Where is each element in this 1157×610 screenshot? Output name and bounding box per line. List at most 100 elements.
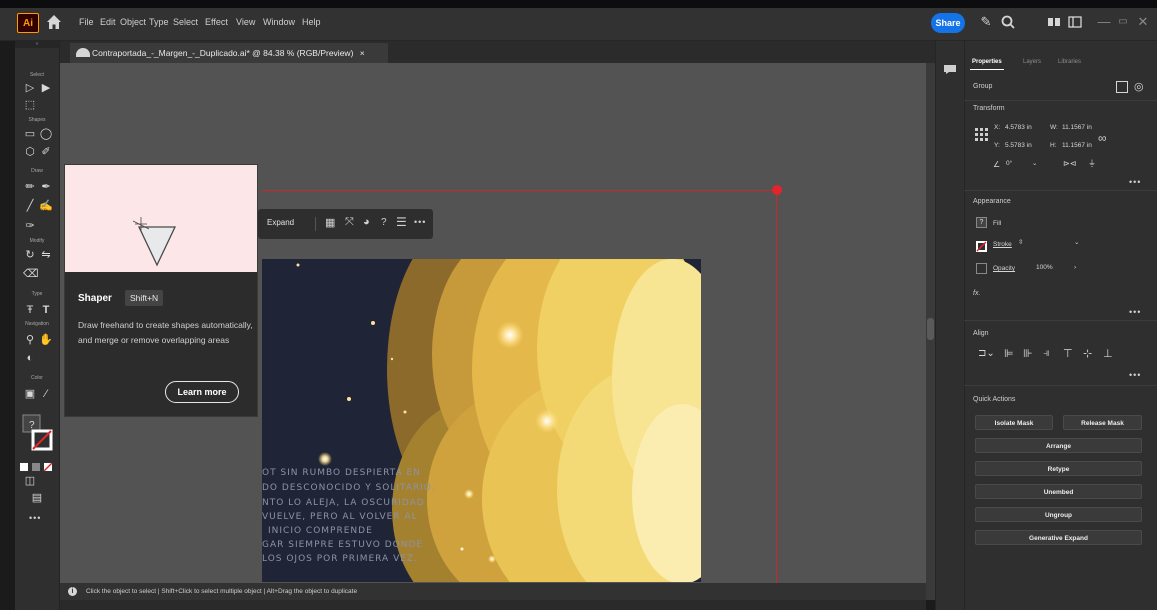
isolate-mask-button[interactable]: Isolate Mask — [975, 415, 1053, 430]
stroke-link[interactable]: Stroke — [993, 241, 1012, 248]
document-tab[interactable]: Contraportada_-_Margen_-_Duplicado.ai* @… — [70, 43, 388, 63]
arrange-button[interactable]: Arrange — [975, 438, 1142, 453]
menu-view[interactable]: View — [236, 17, 255, 27]
retype-button[interactable]: Retype — [975, 461, 1142, 476]
chevron-down-icon[interactable]: ⌄ — [1032, 159, 1037, 167]
align-left-icon[interactable]: ⊫ — [1004, 347, 1014, 360]
help-icon[interactable]: ? — [381, 217, 387, 228]
selection-handle[interactable] — [772, 185, 782, 195]
ellipse-tool-icon[interactable]: ◯ — [39, 127, 53, 141]
home-icon[interactable] — [44, 12, 64, 32]
effects-icon[interactable]: fx. — [973, 290, 980, 297]
expand-button[interactable]: Expand — [267, 218, 294, 227]
gradient-tool-icon[interactable]: ▣ — [23, 387, 37, 401]
polygon-tool-icon[interactable]: ⬡ — [23, 145, 37, 159]
w-field[interactable]: 11.1567 in — [1062, 124, 1092, 131]
isolate-group-icon[interactable] — [1116, 81, 1128, 93]
flip-vertical-icon[interactable]: ⏚ — [1088, 158, 1096, 169]
chevron-right-icon[interactable]: › — [1074, 264, 1076, 271]
generative-expand-button[interactable]: Generative Expand — [975, 530, 1142, 545]
minimize-icon[interactable]: — — [1096, 14, 1112, 30]
align-bottom-icon[interactable]: ⊥ — [1103, 347, 1113, 360]
stroke-weight-stepper[interactable]: ⇳ — [1018, 238, 1023, 246]
menu-effect[interactable]: Effect — [205, 17, 228, 27]
align-right-icon[interactable]: ⫣ — [1043, 347, 1050, 360]
shaper-tool-icon[interactable]: ✐ — [39, 145, 53, 159]
line-tool-icon[interactable]: ╱ — [23, 199, 37, 213]
align-top-icon[interactable]: ⊤ — [1063, 347, 1073, 360]
draw-mode-icon[interactable]: ◫ — [23, 474, 37, 488]
target-icon[interactable]: ◎ — [1134, 81, 1146, 93]
reference-point-icon[interactable] — [974, 127, 988, 141]
crop-image-icon[interactable]: ▦ — [325, 216, 335, 229]
direct-selection-tool-icon[interactable]: ▶ — [39, 81, 53, 95]
close-window-icon[interactable]: ✕ — [1135, 14, 1151, 30]
align-more-icon[interactable]: ••• — [1129, 370, 1141, 380]
x-field[interactable]: 4.5783 in — [1005, 124, 1032, 131]
reflect-tool-icon[interactable]: ⇋ — [39, 248, 53, 262]
touch-type-tool-icon[interactable]: Ŧ — [23, 303, 37, 317]
menu-icon[interactable]: ☰ — [396, 215, 407, 229]
menu-help[interactable]: Help — [302, 17, 321, 27]
align-center-icon[interactable]: ⊪ — [1023, 347, 1033, 360]
discover-icon[interactable]: ✎ — [978, 14, 994, 30]
pen-tool-icon[interactable]: ✑ — [23, 219, 37, 233]
close-tab-icon[interactable]: × — [360, 48, 365, 58]
arrange-documents-icon[interactable] — [1046, 14, 1062, 30]
flip-horizontal-icon[interactable]: ⊳⊲ — [1063, 159, 1076, 168]
menu-edit[interactable]: Edit — [100, 17, 116, 27]
eraser-tool-icon[interactable]: ⌫ — [23, 267, 39, 281]
ungroup-button[interactable]: Ungroup — [975, 507, 1142, 522]
tab-libraries[interactable]: Libraries — [1058, 59, 1081, 65]
opacity-field[interactable]: 100% — [1036, 264, 1053, 271]
pencil-tool-icon[interactable]: ✏ — [23, 180, 37, 194]
share-button[interactable]: Share — [931, 13, 965, 33]
opacity-link[interactable]: Opacity — [993, 265, 1015, 272]
selection-bounding-box[interactable] — [262, 190, 777, 583]
tab-layers[interactable]: Layers — [1023, 59, 1041, 65]
maximize-icon[interactable]: ▭ — [1115, 14, 1131, 30]
release-mask-button[interactable]: Release Mask — [1063, 415, 1142, 430]
learn-more-button[interactable]: Learn more — [165, 381, 239, 403]
more-options-icon[interactable]: ••• — [414, 217, 426, 227]
fill-stroke-swatch[interactable]: ? — [21, 413, 53, 453]
transform-more-icon[interactable]: ••• — [1129, 177, 1141, 187]
toolbar-collapse-handle[interactable]: « — [15, 41, 59, 48]
unembed-button[interactable]: Unembed — [975, 484, 1142, 499]
appearance-more-icon[interactable]: ••• — [1129, 307, 1141, 317]
align-to-icon[interactable]: ⊐⌄ — [978, 348, 995, 359]
align-middle-icon[interactable]: ⊹ — [1083, 347, 1092, 360]
scroll-thumb[interactable] — [927, 318, 934, 340]
eyedropper-tool-icon[interactable]: ⁄ — [39, 387, 53, 401]
blob-brush-icon[interactable]: ✍ — [39, 199, 53, 213]
vertical-scrollbar[interactable] — [926, 63, 935, 600]
workspace-icon[interactable] — [1067, 14, 1083, 30]
menu-select[interactable]: Select — [173, 17, 198, 27]
menu-file[interactable]: File — [79, 17, 94, 27]
paintbrush-tool-icon[interactable]: ✒ — [39, 180, 53, 194]
menu-object[interactable]: Object — [120, 17, 146, 27]
screen-mode-icon[interactable]: ▤ — [30, 491, 44, 505]
tab-properties[interactable]: Properties — [972, 59, 1002, 65]
recolor-icon[interactable]: ◕ — [363, 216, 370, 228]
h-field[interactable]: 11.1567 in — [1062, 142, 1092, 149]
constrain-proportions-icon[interactable]: ∞ — [1098, 131, 1107, 145]
rotate-field[interactable]: 0° — [1006, 160, 1012, 167]
type-tool-icon[interactable]: T — [39, 303, 53, 317]
rotate-view-tool-icon[interactable]: ◐ — [23, 351, 37, 365]
selection-tool-icon[interactable]: ▷ — [23, 81, 37, 95]
comments-icon[interactable] — [944, 61, 956, 74]
edit-toolbar-more-icon[interactable]: ••• — [29, 513, 41, 523]
stroke-swatch[interactable] — [976, 239, 987, 252]
rotate-tool-icon[interactable]: ↻ — [23, 248, 37, 262]
zoom-tool-icon[interactable]: ⚲ — [23, 333, 37, 347]
rectangle-tool-icon[interactable]: ▭ — [23, 127, 37, 141]
color-mode-buttons[interactable] — [19, 459, 55, 472]
chevron-down-icon[interactable]: ⌄ — [1074, 238, 1079, 246]
hand-tool-icon[interactable]: ✋ — [39, 333, 53, 347]
menu-type[interactable]: Type — [149, 17, 169, 27]
fill-swatch[interactable]: ? — [976, 217, 987, 228]
group-selection-tool-icon[interactable]: ⬚ — [23, 98, 37, 112]
search-icon[interactable] — [1000, 14, 1016, 30]
y-field[interactable]: 5.5783 in — [1005, 142, 1032, 149]
